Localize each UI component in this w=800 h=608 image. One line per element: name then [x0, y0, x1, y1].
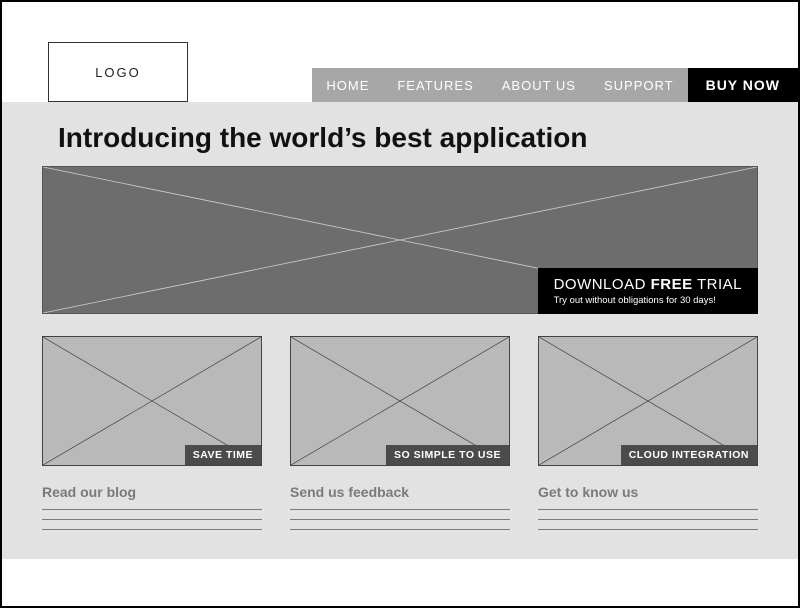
download-subtext: Try out without obligations for 30 days!: [554, 295, 742, 306]
footer-line: [538, 509, 758, 510]
footer-line: [42, 529, 262, 530]
body: Introducing the world’s best application…: [2, 102, 798, 559]
footer-line: [290, 519, 510, 520]
footer-line: [42, 519, 262, 520]
feature-card-1[interactable]: SAVE TIME: [42, 336, 262, 466]
card-label: SAVE TIME: [185, 445, 261, 465]
footer-title[interactable]: Read our blog: [42, 484, 262, 500]
nav-item-support[interactable]: SUPPORT: [590, 68, 688, 102]
download-trial-button[interactable]: DOWNLOAD FREE TRIAL Try out without obli…: [538, 268, 758, 314]
feature-card-3[interactable]: CLOUD INTEGRATION: [538, 336, 758, 466]
download-post: TRIAL: [693, 276, 742, 293]
footer-title[interactable]: Get to know us: [538, 484, 758, 500]
feature-cards: SAVE TIME SO SIMPLE TO USE: [42, 336, 758, 466]
feature-card-2[interactable]: SO SIMPLE TO USE: [290, 336, 510, 466]
footer-line: [538, 529, 758, 530]
nav-item-about[interactable]: ABOUT US: [488, 68, 590, 102]
card-image-placeholder: SAVE TIME: [42, 336, 262, 466]
footer-title[interactable]: Send us feedback: [290, 484, 510, 500]
card-label: CLOUD INTEGRATION: [621, 445, 757, 465]
nav-item-home[interactable]: HOME: [312, 68, 383, 102]
footer-col-feedback: Send us feedback: [290, 484, 510, 539]
footer-line: [290, 529, 510, 530]
footer-line: [42, 509, 262, 510]
download-pre: DOWNLOAD: [554, 276, 651, 293]
footer-line: [538, 519, 758, 520]
buy-now-button[interactable]: BUY NOW: [688, 68, 798, 102]
hero: DOWNLOAD FREE TRIAL Try out without obli…: [42, 166, 758, 314]
card-label: SO SIMPLE TO USE: [386, 445, 509, 465]
nav: HOME FEATURES ABOUT US SUPPORT: [312, 68, 687, 102]
download-strong: FREE: [651, 276, 693, 293]
card-image-placeholder: CLOUD INTEGRATION: [538, 336, 758, 466]
page-frame: LOGO HOME FEATURES ABOUT US SUPPORT BUY …: [0, 0, 800, 608]
page-headline: Introducing the world’s best application: [2, 102, 798, 166]
nav-item-features[interactable]: FEATURES: [383, 68, 487, 102]
card-image-placeholder: SO SIMPLE TO USE: [290, 336, 510, 466]
footer-line: [290, 509, 510, 510]
footer-col-blog: Read our blog: [42, 484, 262, 539]
download-line1: DOWNLOAD FREE TRIAL: [554, 276, 742, 293]
header: LOGO HOME FEATURES ABOUT US SUPPORT BUY …: [2, 2, 798, 102]
nav-wrap: HOME FEATURES ABOUT US SUPPORT BUY NOW: [312, 68, 798, 102]
logo[interactable]: LOGO: [48, 42, 188, 102]
footer-columns: Read our blog Send us feedback Get to kn…: [42, 484, 758, 539]
footer-col-about: Get to know us: [538, 484, 758, 539]
